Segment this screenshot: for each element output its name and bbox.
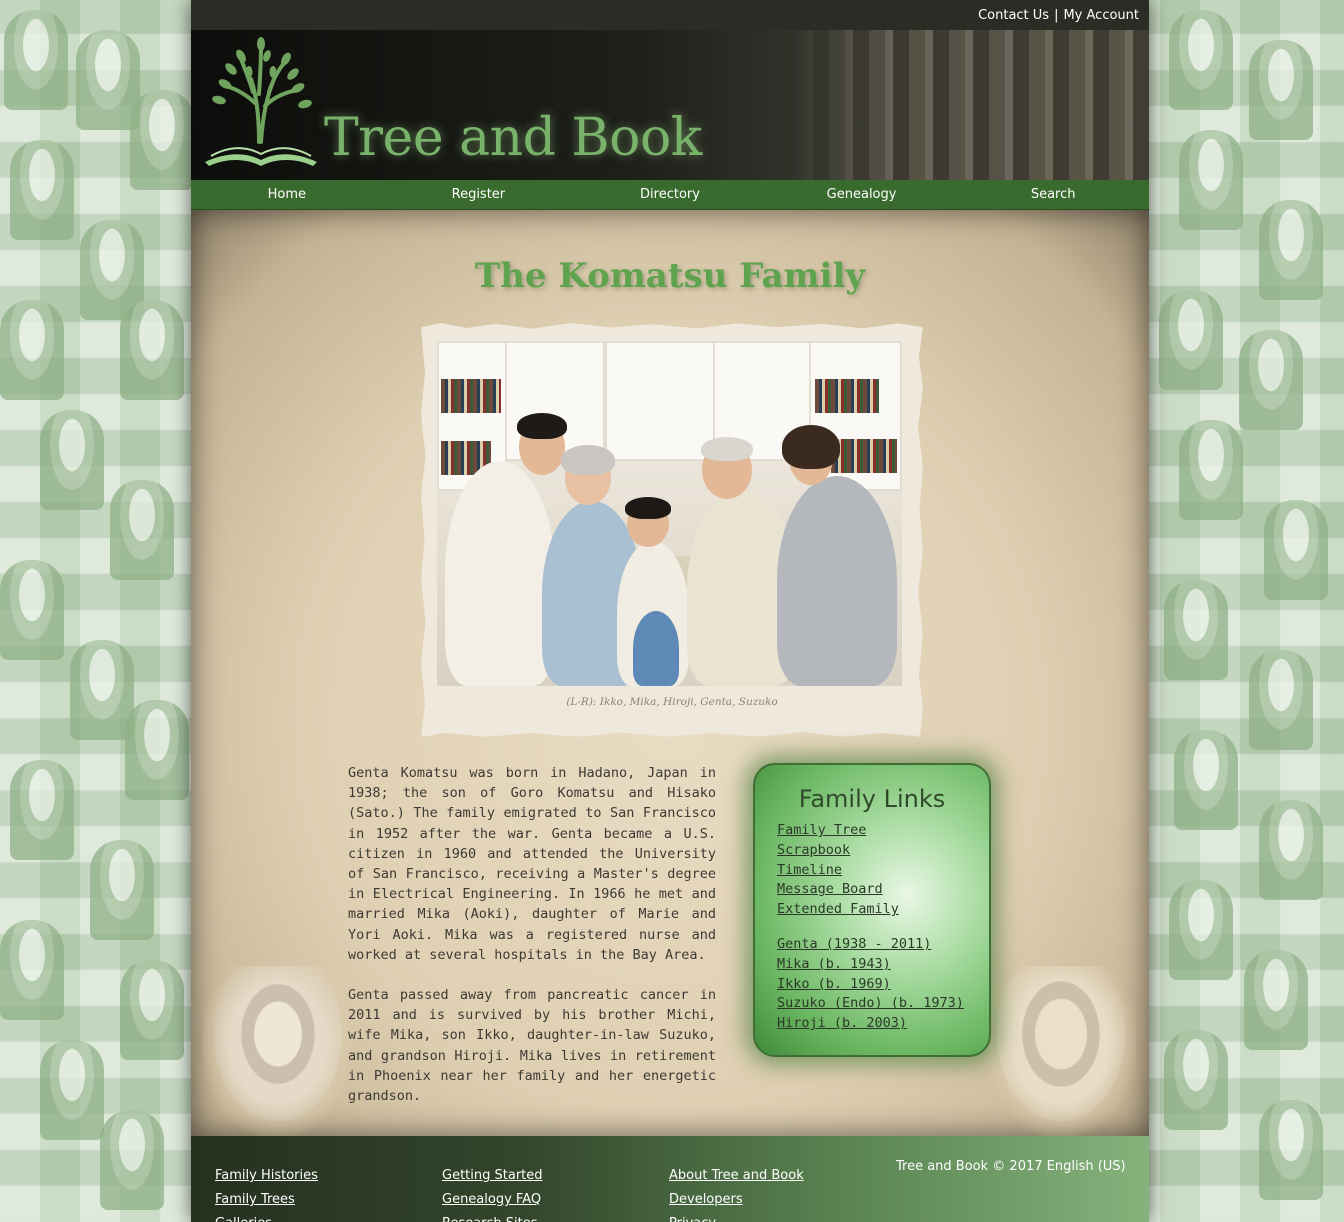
page-title: The Komatsu Family xyxy=(474,256,866,296)
link-member-hiroji[interactable]: Hiroji (b. 2003) xyxy=(777,1014,989,1034)
nav-directory[interactable]: Directory xyxy=(574,180,766,209)
site-title[interactable]: Tree and Book xyxy=(324,108,702,168)
top-bar: Contact Us | My Account xyxy=(191,0,1149,30)
bio-paragraph: Genta passed away from pancreatic cancer… xyxy=(348,987,716,1105)
link-member-mika[interactable]: Mika (b. 1943) xyxy=(777,955,989,975)
link-message-board[interactable]: Message Board xyxy=(777,880,989,900)
background-portraits-left xyxy=(0,0,194,1222)
contact-us-link[interactable]: Contact Us xyxy=(978,8,1049,23)
footer-link-about[interactable]: About Tree and Book xyxy=(669,1164,804,1188)
tree-on-book-icon[interactable] xyxy=(201,34,321,174)
my-account-link[interactable]: My Account xyxy=(1063,8,1139,23)
footer-link-developers[interactable]: Developers xyxy=(669,1188,804,1212)
link-family-tree[interactable]: Family Tree xyxy=(777,821,989,841)
footer-link-research-sites[interactable]: Research Sites xyxy=(442,1212,543,1222)
family-photo[interactable] xyxy=(437,341,902,686)
main-nav: Home Register Directory Genealogy Search xyxy=(191,180,1149,210)
family-links-box: Family Links Family Tree Scrapbook Timel… xyxy=(753,763,991,1057)
family-links-title: Family Links xyxy=(798,785,946,813)
link-extended-family[interactable]: Extended Family xyxy=(777,900,989,920)
link-member-ikko[interactable]: Ikko (b. 1969) xyxy=(777,975,989,995)
footer-column-1: Family Histories Family Trees Galleries xyxy=(215,1164,318,1222)
footer-link-privacy[interactable]: Privacy xyxy=(669,1212,804,1222)
footer-link-galleries[interactable]: Galleries xyxy=(215,1212,318,1222)
site-header: Tree and Book xyxy=(191,30,1149,180)
nav-search[interactable]: Search xyxy=(957,180,1149,209)
grandmother-portrait xyxy=(203,966,353,1136)
background-portraits-right xyxy=(1149,0,1344,1222)
link-member-genta[interactable]: Genta (1938 - 2011) xyxy=(777,935,989,955)
footer-column-2: Getting Started Genealogy FAQ Research S… xyxy=(442,1164,543,1222)
link-timeline[interactable]: Timeline xyxy=(777,861,989,881)
main-content: The Komatsu Family (L-R): Ikko, Mika, Hi… xyxy=(191,210,1149,1136)
nav-home[interactable]: Home xyxy=(191,180,383,209)
site-footer: Family Histories Family Trees Galleries … xyxy=(191,1136,1149,1222)
page-container: Contact Us | My Account Tree and Book Ho… xyxy=(191,0,1149,1222)
link-scrapbook[interactable]: Scrapbook xyxy=(777,841,989,861)
footer-link-family-histories[interactable]: Family Histories xyxy=(215,1164,318,1188)
family-links-list: Family Tree Scrapbook Timeline Message B… xyxy=(755,821,989,1034)
photo-caption: (L-R): Ikko, Mika, Hiroji, Genta, Suzuko xyxy=(566,696,778,708)
family-biography: Genta Komatsu was born in Hadano, Japan … xyxy=(348,763,716,1106)
grandfather-portrait xyxy=(986,966,1136,1136)
footer-copyright: Tree and Book © 2017 English (US) xyxy=(896,1159,1126,1174)
nav-register[interactable]: Register xyxy=(383,180,575,209)
topbar-separator: | xyxy=(1054,7,1059,23)
footer-link-family-trees[interactable]: Family Trees xyxy=(215,1188,318,1212)
footer-column-3: About Tree and Book Developers Privacy xyxy=(669,1164,804,1222)
nav-genealogy[interactable]: Genealogy xyxy=(766,180,958,209)
link-member-suzuko[interactable]: Suzuko (Endo) (b. 1973) xyxy=(777,994,989,1014)
footer-link-getting-started[interactable]: Getting Started xyxy=(442,1164,543,1188)
family-photo-frame: (L-R): Ikko, Mika, Hiroji, Genta, Suzuko xyxy=(421,323,923,737)
header-family-photo xyxy=(789,30,1149,180)
footer-link-genealogy-faq[interactable]: Genealogy FAQ xyxy=(442,1188,543,1212)
bio-paragraph: Genta Komatsu was born in Hadano, Japan … xyxy=(348,765,716,963)
